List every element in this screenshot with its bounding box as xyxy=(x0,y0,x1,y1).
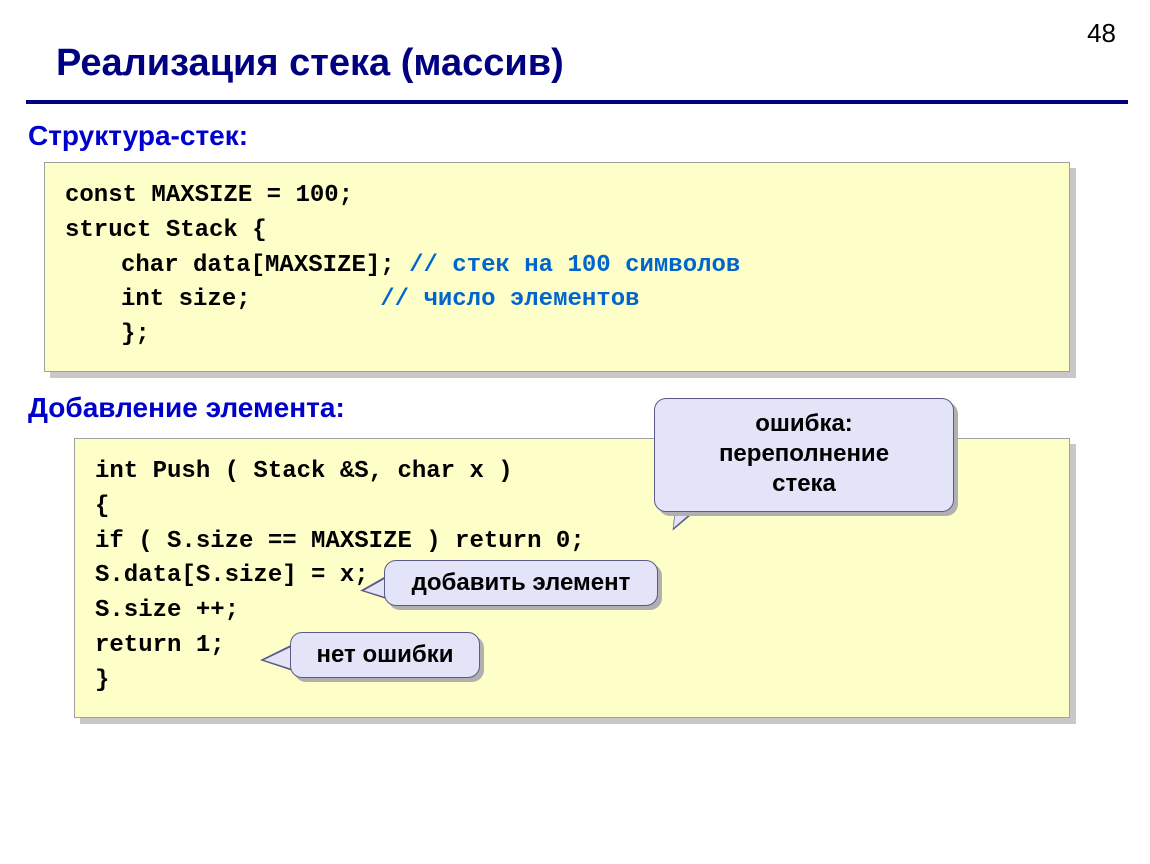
code-line: return 1; xyxy=(95,629,1049,664)
callout-add-element: добавить элемент xyxy=(384,560,658,606)
section-heading-push: Добавление элемента: xyxy=(28,392,345,424)
code-line: int size; // число элементов xyxy=(65,283,1049,318)
code-line: struct Stack { xyxy=(65,214,1049,249)
callout-no-error: нет ошибки xyxy=(290,632,480,678)
code-line: }; xyxy=(65,318,1049,353)
code-line: if ( S.size == MAXSIZE ) return 0; xyxy=(95,525,1049,560)
callout-text-line: стека xyxy=(667,469,941,499)
code-line: char data[MAXSIZE]; // стек на 100 симво… xyxy=(65,249,1049,284)
code-line: const MAXSIZE = 100; xyxy=(65,179,1049,214)
callout-overflow: ошибка: переполнение стека xyxy=(654,398,954,512)
section-heading-struct: Структура-стек: xyxy=(28,120,248,152)
code-line: } xyxy=(95,664,1049,699)
callout-text-line: переполнение xyxy=(667,439,941,469)
code-block-struct: const MAXSIZE = 100; struct Stack { char… xyxy=(44,162,1070,372)
slide-title: Реализация стека (массив) xyxy=(56,42,564,85)
callout-text-line: ошибка: xyxy=(667,409,941,439)
page-number: 48 xyxy=(1087,18,1116,49)
title-underline xyxy=(26,100,1128,104)
